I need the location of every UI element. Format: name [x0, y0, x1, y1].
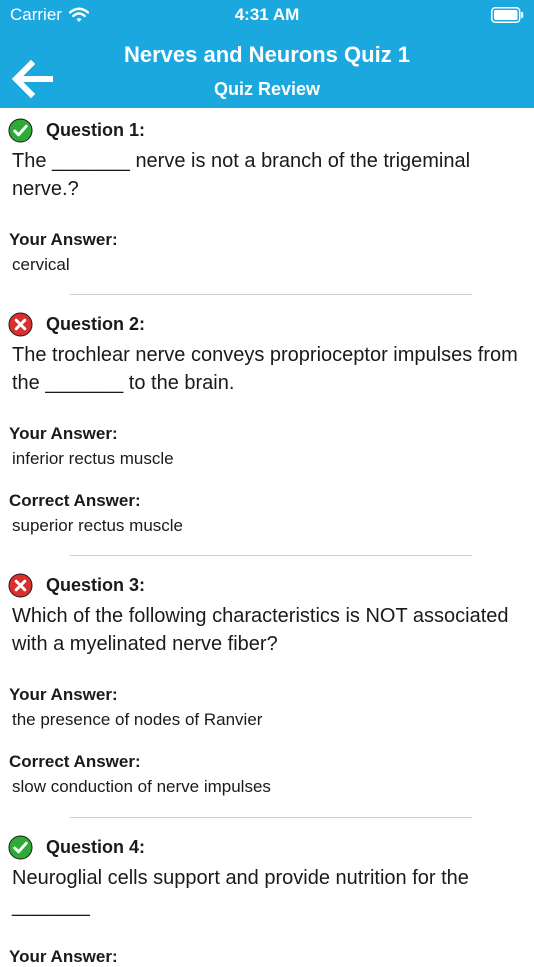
nav-subtitle: Quiz Review [213, 79, 321, 99]
battery-icon [491, 7, 524, 23]
question-header: Question 1: [8, 117, 145, 143]
your-answer-value: cervical [12, 255, 70, 274]
correct-answer-value: superior rectus muscle [12, 516, 184, 535]
question-number: Question 2: [46, 313, 146, 334]
divider [70, 555, 472, 556]
question-number: Question 4: [46, 836, 146, 857]
question-text: The trochlear nerve conveys propriocepto… [12, 344, 518, 394]
correct-check-icon [8, 117, 33, 143]
question-text: Which of the following characteristics i… [12, 605, 509, 655]
divider [70, 817, 472, 818]
status-time: 4:31 AM [234, 5, 300, 24]
question-number: Question 3: [46, 574, 146, 595]
your-answer-value: inferior rectus muscle [12, 449, 174, 468]
your-answer-label: Your Answer: [9, 947, 118, 966]
correct-answer-label: Correct Answer: [9, 752, 141, 771]
question-number: Question 1: [46, 119, 146, 140]
your-answer-label: Your Answer: [9, 424, 118, 443]
nav-title: Nerves and Neurons Quiz 1 [123, 42, 411, 67]
question-header: Question 4: [8, 834, 145, 860]
question-header: Question 2: [8, 311, 145, 337]
your-answer-label: Your Answer: [9, 230, 118, 249]
wrong-x-icon [8, 572, 33, 598]
header-bar: Carrier 4:31 AM Nerves and Neurons Quiz … [0, 0, 534, 108]
your-answer-value: the presence of nodes of Ranvier [12, 710, 263, 729]
wrong-x-icon [8, 311, 33, 337]
status-bar: Carrier 4:31 AM [0, 0, 534, 30]
correct-check-icon [8, 834, 33, 860]
divider [70, 294, 472, 295]
question-text: Neuroglial cells support and provide nut… [12, 867, 469, 917]
question-text: The _______ nerve is not a branch of the… [12, 150, 471, 200]
your-answer-label: Your Answer: [9, 685, 118, 704]
correct-answer-label: Correct Answer: [9, 491, 141, 510]
question-header: Question 3: [8, 572, 145, 598]
correct-answer-value: slow conduction of nerve impulses [12, 777, 271, 796]
